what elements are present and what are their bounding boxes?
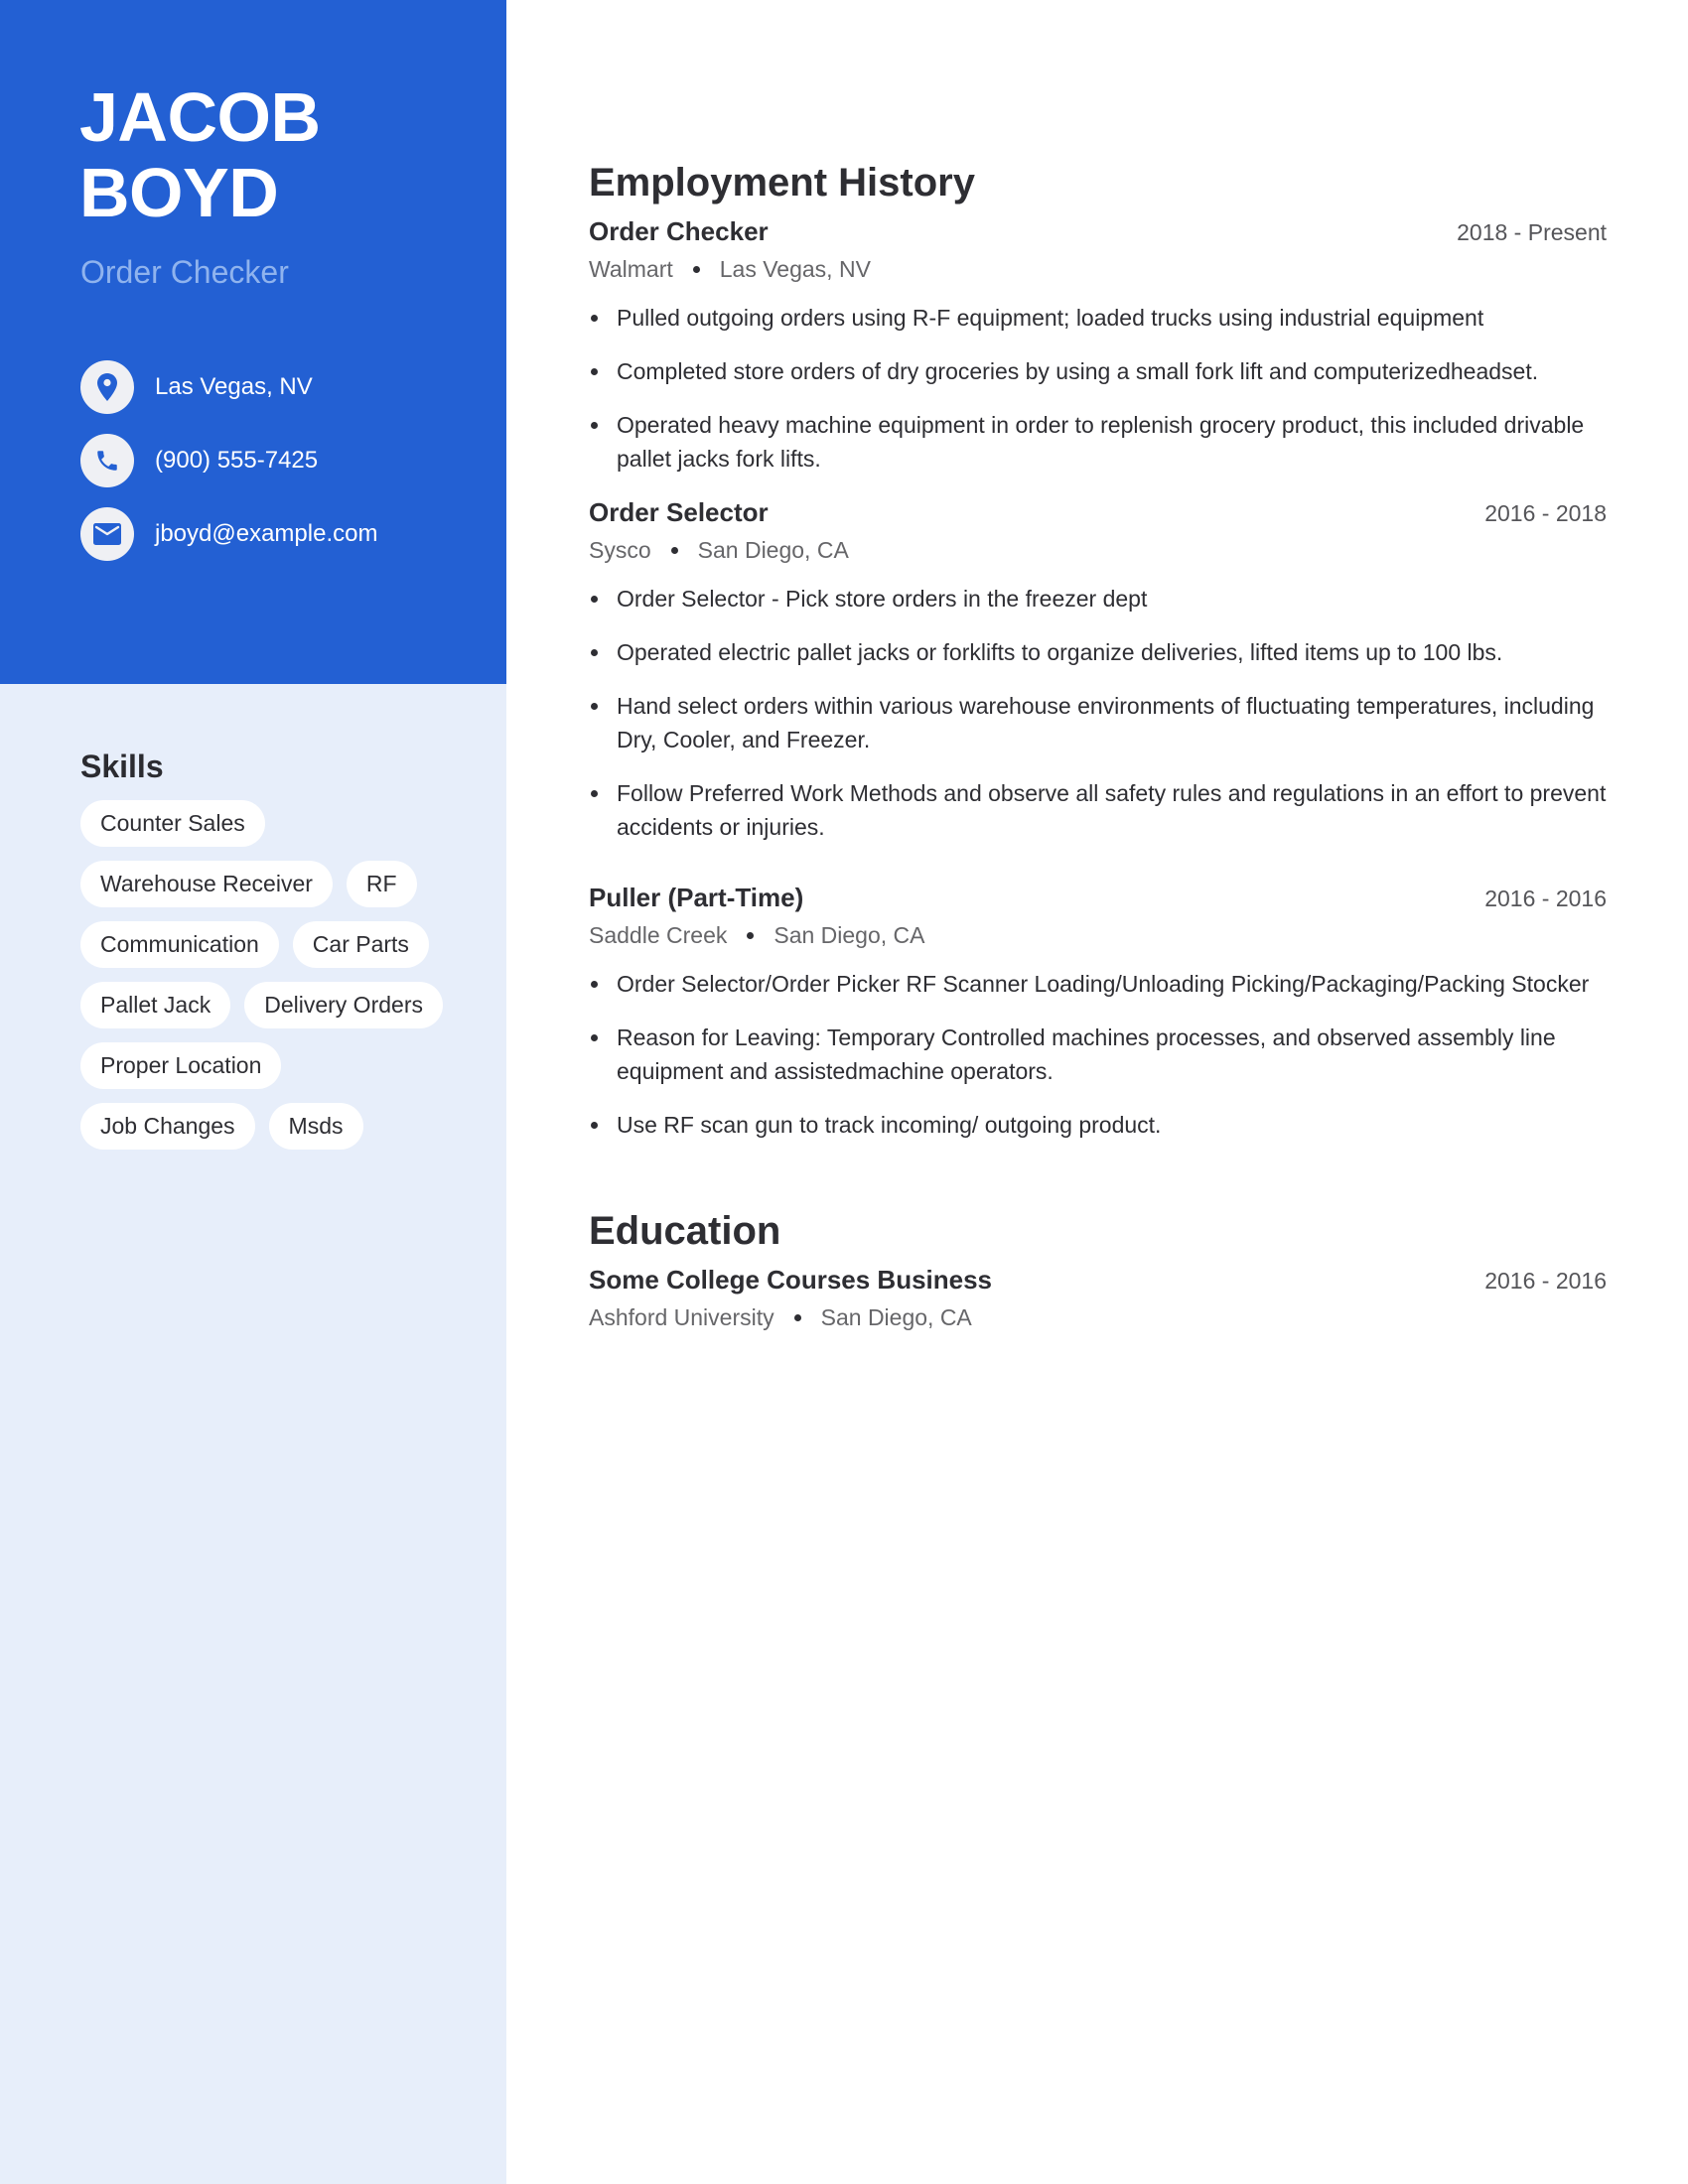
- job-entry: Order Selector 2016 - 2018 Sysco San Die…: [589, 495, 1607, 844]
- candidate-name: JACOB BOYD: [79, 79, 321, 230]
- job-bullet: Follow Preferred Work Methods and observ…: [589, 776, 1607, 844]
- job-title: Puller (Part-Time): [589, 883, 804, 912]
- job-location: San Diego, CA: [697, 537, 849, 563]
- skill-chip: Communication: [80, 921, 279, 968]
- job-bullet: Operated heavy machine equipment in orde…: [589, 408, 1607, 476]
- candidate-title: Order Checker: [80, 254, 289, 290]
- separator-dot: [793, 1313, 801, 1321]
- skill-chip: Proper Location: [80, 1042, 282, 1089]
- job-bullets: Order Selector - Pick store orders in th…: [589, 582, 1607, 844]
- education-entry: Some College Courses Business 2016 - 201…: [589, 1263, 1607, 1334]
- contact-list: Las Vegas, NV (900) 555-7425 jboyd@examp…: [80, 360, 377, 581]
- skill-chip: Warehouse Receiver: [80, 861, 333, 907]
- job-bullet: Completed store orders of dry groceries …: [589, 354, 1607, 388]
- job-entry: Puller (Part-Time) 2016 - 2016 Saddle Cr…: [589, 881, 1607, 1142]
- education-meta: Ashford University San Diego, CA: [589, 1300, 1607, 1334]
- skill-chip: Msds: [268, 1103, 363, 1150]
- job-meta: Walmart Las Vegas, NV: [589, 252, 1607, 286]
- skills-heading: Skills: [80, 749, 164, 784]
- last-name: BOYD: [79, 154, 279, 231]
- contact-email: jboyd@example.com: [80, 507, 377, 561]
- employment-history-heading: Employment History: [589, 161, 975, 205]
- contact-phone-text[interactable]: (900) 555-7425: [155, 446, 318, 476]
- separator-dot: [692, 265, 700, 273]
- job-company: Sysco: [589, 537, 651, 563]
- envelope-icon: [80, 507, 134, 561]
- separator-dot: [670, 546, 678, 554]
- education-header: Some College Courses Business 2016 - 201…: [589, 1263, 1607, 1297]
- phone-icon: [80, 434, 134, 487]
- job-dates: 2018 - Present: [1457, 219, 1607, 245]
- job-meta: Sysco San Diego, CA: [589, 533, 1607, 567]
- job-bullet: Hand select orders within various wareho…: [589, 689, 1607, 756]
- education-dates: 2016 - 2016: [1484, 1268, 1607, 1294]
- job-entry: Order Checker 2018 - Present Walmart Las…: [589, 214, 1607, 476]
- job-header: Order Checker 2018 - Present: [589, 214, 1607, 249]
- job-bullets: Order Selector/Order Picker RF Scanner L…: [589, 967, 1607, 1142]
- job-dates: 2016 - 2016: [1484, 886, 1607, 911]
- job-location: San Diego, CA: [774, 922, 925, 948]
- job-header: Order Selector 2016 - 2018: [589, 495, 1607, 530]
- skills-list: Counter Sales Warehouse Receiver RF Comm…: [80, 800, 458, 1150]
- job-title: Order Checker: [589, 216, 769, 246]
- education-degree: Some College Courses Business: [589, 1265, 993, 1295]
- job-bullet: Use RF scan gun to track incoming/ outgo…: [589, 1108, 1607, 1142]
- job-title: Order Selector: [589, 497, 769, 527]
- separator-dot: [747, 931, 755, 939]
- education-section: Education Some College Courses Business …: [589, 1207, 1607, 1334]
- contact-email-text[interactable]: jboyd@example.com: [155, 519, 377, 549]
- job-meta: Saddle Creek San Diego, CA: [589, 918, 1607, 952]
- employment-history-section: Employment History Order Checker 2018 - …: [589, 159, 1607, 1142]
- contact-location: Las Vegas, NV: [80, 360, 377, 414]
- sidebar-header-panel: JACOB BOYD Order Checker Las Vegas, NV (…: [0, 0, 506, 684]
- contact-location-text: Las Vegas, NV: [155, 373, 313, 400]
- job-header: Puller (Part-Time) 2016 - 2016: [589, 881, 1607, 915]
- job-bullet: Pulled outgoing orders using R-F equipme…: [589, 301, 1607, 335]
- education-location: San Diego, CA: [820, 1304, 972, 1330]
- education-school: Ashford University: [589, 1304, 774, 1330]
- main-content: Employment History Order Checker 2018 - …: [589, 159, 1607, 1334]
- skill-chip: Delivery Orders: [244, 982, 443, 1028]
- education-heading: Education: [589, 1209, 781, 1253]
- job-company: Saddle Creek: [589, 922, 728, 948]
- first-name: JACOB: [79, 78, 321, 156]
- job-bullet: Order Selector - Pick store orders in th…: [589, 582, 1607, 615]
- job-bullet: Operated electric pallet jacks or forkli…: [589, 635, 1607, 669]
- skill-chip: Counter Sales: [80, 800, 265, 847]
- job-bullet: Order Selector/Order Picker RF Scanner L…: [589, 967, 1607, 1001]
- contact-phone: (900) 555-7425: [80, 434, 377, 487]
- job-location: Las Vegas, NV: [719, 256, 871, 282]
- job-company: Walmart: [589, 256, 673, 282]
- job-bullet: Reason for Leaving: Temporary Controlled…: [589, 1021, 1607, 1088]
- skill-chip: Job Changes: [80, 1103, 255, 1150]
- skill-chip: Pallet Jack: [80, 982, 231, 1028]
- sidebar: JACOB BOYD Order Checker Las Vegas, NV (…: [0, 0, 506, 2184]
- job-bullets: Pulled outgoing orders using R-F equipme…: [589, 301, 1607, 476]
- job-dates: 2016 - 2018: [1484, 500, 1607, 526]
- location-pin-icon: [80, 360, 134, 414]
- skill-chip: Car Parts: [292, 921, 429, 968]
- skill-chip: RF: [346, 861, 417, 907]
